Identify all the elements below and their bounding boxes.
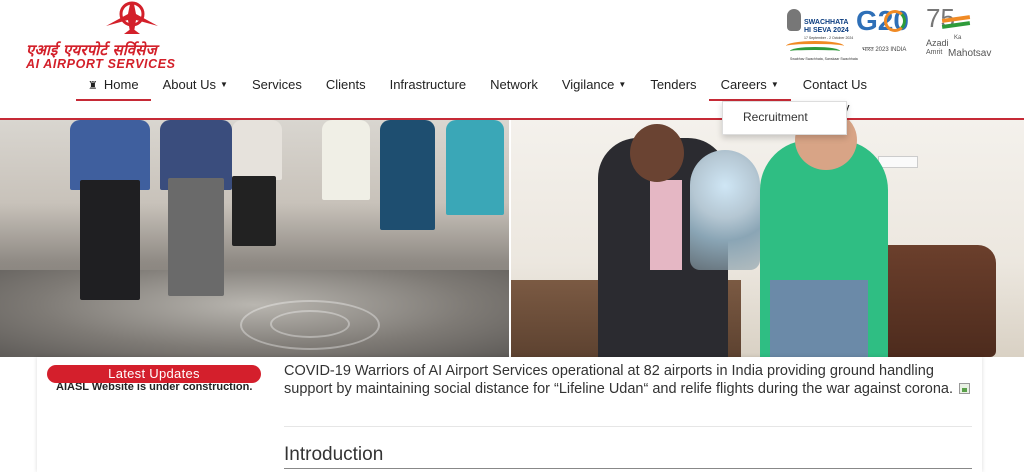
nav-about-label: About Us bbox=[162, 77, 217, 92]
campaign-badges: SWACHHATA HI SEVA 2024 17 September - 2 … bbox=[784, 5, 991, 67]
nav-item-vigilance[interactable]: Vigilance ▼ bbox=[550, 70, 638, 100]
person-figure bbox=[650, 180, 682, 270]
gandhi-portrait-icon bbox=[787, 9, 801, 31]
broken-image-icon bbox=[959, 383, 971, 394]
g20-badge[interactable]: G20 भारत 2023 INDIA bbox=[854, 5, 914, 65]
nav-item-clients[interactable]: Clients bbox=[314, 70, 378, 100]
wall-switch bbox=[878, 156, 918, 168]
caret-down-icon: ▼ bbox=[770, 80, 779, 89]
person-figure bbox=[322, 120, 370, 200]
person-figure bbox=[80, 180, 140, 300]
nav-item-about[interactable]: About Us ▼ bbox=[151, 70, 240, 100]
g20-subtitle: भारत 2023 INDIA bbox=[862, 47, 907, 53]
azadi-badge[interactable]: 75 Azadi Ka Amrit Mahotsav bbox=[924, 5, 991, 67]
swachhata-line2: HI SEVA 2024 bbox=[804, 27, 849, 34]
nav-item-home[interactable]: ♜ Home bbox=[76, 70, 151, 101]
hero-banner bbox=[0, 120, 1024, 357]
nav-item-tenders[interactable]: Tenders bbox=[638, 70, 708, 100]
nav-vigilance-label: Vigilance bbox=[561, 77, 615, 92]
nav-careers-label: Careers bbox=[720, 77, 767, 92]
caret-down-icon: ▼ bbox=[220, 80, 228, 89]
banner-photo-pledge bbox=[0, 120, 509, 357]
swachhata-line1: SWACHHATA bbox=[804, 19, 849, 26]
nav-contact-label: Contact Us bbox=[802, 77, 868, 92]
azadi-line2: Amrit bbox=[926, 49, 943, 56]
swachhata-line4: Swabhav Swachhata, Sanskaar Swachhata bbox=[790, 57, 858, 61]
nav-home-label: Home bbox=[103, 77, 139, 92]
home-icon: ♜ bbox=[88, 80, 98, 92]
nav-item-services[interactable]: Services bbox=[240, 70, 314, 100]
nav-item-infrastructure[interactable]: Infrastructure bbox=[378, 70, 479, 100]
nav-services-label: Services bbox=[251, 77, 302, 92]
person-figure bbox=[168, 178, 224, 296]
person-figure bbox=[630, 124, 684, 182]
airline-emblem-icon bbox=[106, 1, 158, 34]
latest-updates-header: Latest Updates bbox=[47, 365, 261, 383]
azadi-line3: Mahotsav bbox=[948, 48, 992, 59]
caret-down-icon: ▼ bbox=[618, 80, 627, 89]
nav-item-network[interactable]: Network bbox=[478, 70, 550, 100]
person-figure bbox=[232, 176, 276, 246]
person-figure bbox=[770, 280, 868, 357]
nav-network-label: Network bbox=[490, 77, 538, 92]
dropdown-item-recruitment[interactable]: Recruitment bbox=[743, 110, 808, 124]
introduction-heading: Introduction bbox=[284, 444, 384, 465]
nav-infrastructure-label: Infrastructure bbox=[389, 77, 467, 92]
careers-dropdown: Recruitment bbox=[722, 101, 847, 135]
nav-clients-label: Clients bbox=[325, 77, 366, 92]
bouquet bbox=[690, 150, 760, 270]
main-nav: ♜ Home About Us ▼ Services Clients Infrast… bbox=[76, 70, 879, 101]
azadi-ka: Ka bbox=[954, 35, 962, 41]
logo-english-text: AI AIRPORT SERVICES bbox=[26, 57, 176, 71]
nav-item-contact[interactable]: Contact Us bbox=[791, 70, 879, 100]
lotus-globe-icon bbox=[884, 10, 906, 32]
introduction-rule bbox=[284, 468, 972, 469]
section-divider bbox=[284, 426, 972, 427]
person-figure bbox=[232, 120, 282, 180]
covid-announcement: COVID-19 Warriors of AI Airport Services… bbox=[284, 362, 974, 398]
swachhata-badge[interactable]: SWACHHATA HI SEVA 2024 17 September - 2 … bbox=[784, 7, 858, 65]
site-header: एआई एयरपोर्ट सर्विसेज AI AIRPORT SERVICE… bbox=[0, 0, 1024, 120]
nav-tenders-label: Tenders bbox=[650, 77, 697, 92]
site-logo[interactable]: एआई एयरपोर्ट सर्विसेज AI AIRPORT SERVICE… bbox=[24, 0, 239, 74]
covid-announcement-text: COVID-19 Warriors of AI Airport Services… bbox=[284, 363, 953, 397]
person-figure bbox=[446, 120, 504, 215]
azadi-line1: Azadi bbox=[926, 38, 949, 48]
swachhata-line3: 17 September - 2 October 2024 bbox=[804, 36, 854, 40]
person-figure bbox=[380, 120, 435, 230]
nav-item-careers[interactable]: Careers ▼ bbox=[708, 70, 791, 101]
floor-swirl bbox=[270, 310, 350, 338]
swoosh-green-icon bbox=[790, 47, 840, 55]
